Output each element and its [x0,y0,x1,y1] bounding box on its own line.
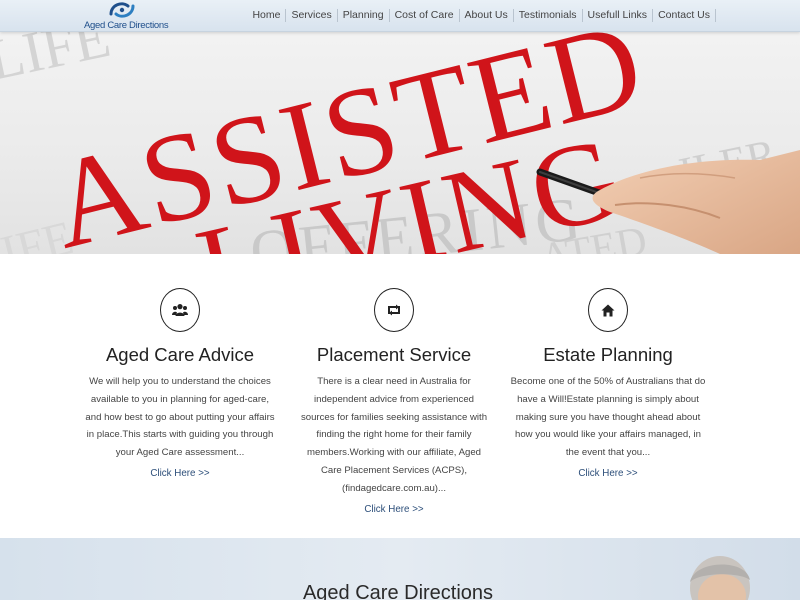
users-icon [172,304,188,316]
nav-item-about-us[interactable]: About Us [460,9,514,22]
main-nav: Home Services Planning Cost of Care Abou… [252,9,716,22]
service-icon-circle[interactable] [588,288,628,332]
site-header: Aged Care Directions Home Services Plann… [0,0,800,32]
service-description: We will help you to understand the choic… [85,376,275,459]
about-band: Aged Care Directions [0,538,800,600]
band-title: Aged Care Directions [302,582,494,600]
hero-image: LIFE OFFERING LIFE ATED ILER ASSISTED LI… [0,0,800,254]
service-title: Placement Service [316,344,472,365]
service-title: Aged Care Advice [105,344,255,365]
nav-item-services[interactable]: Services [286,9,338,22]
nav-item-testimonials[interactable]: Testimonials [514,9,583,22]
nav-item-planning[interactable]: Planning [338,9,390,22]
home-icon [601,304,615,316]
logo-icon [109,2,135,18]
service-description: Become one of the 50% of Australians tha… [510,376,706,459]
logo-text: Aged Care Directions [84,20,169,31]
service-description: There is a clear need in Australia for i… [300,376,488,494]
site-logo[interactable]: Aged Care Directions [84,0,169,32]
service-link[interactable]: Click Here >> [82,468,278,479]
nav-item-usefull-links[interactable]: Usefull Links [583,9,654,22]
service-icon-circle[interactable] [160,288,200,332]
nav-item-cost-of-care[interactable]: Cost of Care [390,9,460,22]
nav-item-home[interactable]: Home [252,9,287,22]
service-link[interactable]: Click Here >> [296,504,492,515]
services-section: Aged Care Advice We will help you to und… [0,254,800,538]
service-link[interactable]: Click Here >> [510,468,706,479]
service-icon-circle[interactable] [374,288,414,332]
service-title: Estate Planning [543,344,673,365]
nav-item-contact-us[interactable]: Contact Us [653,9,716,22]
hero-banner: LIFE OFFERING LIFE ATED ILER ASSISTED LI… [0,0,800,254]
retweet-icon [388,304,400,316]
